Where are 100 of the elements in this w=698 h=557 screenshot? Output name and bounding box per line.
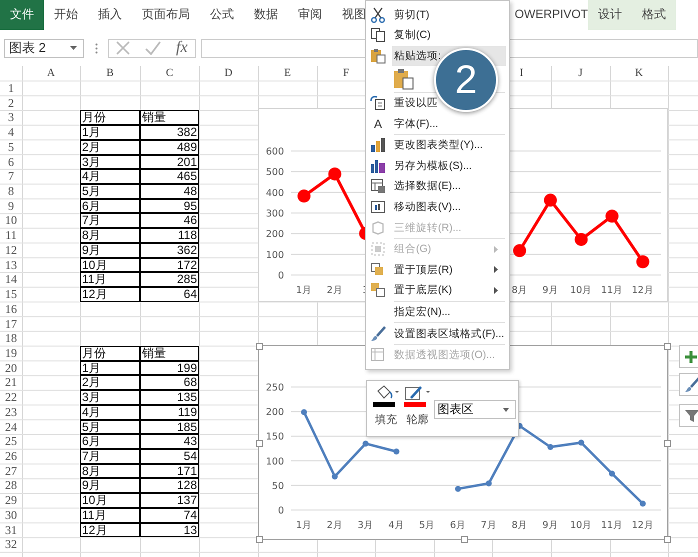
axis-label: 100 xyxy=(266,250,284,261)
table-cell: 171 xyxy=(140,464,199,478)
axis-label: 8月 xyxy=(512,285,528,296)
row-number[interactable]: 15 xyxy=(0,287,22,302)
row-number[interactable]: 12 xyxy=(0,242,22,258)
axis-label: 150 xyxy=(266,432,284,443)
ribbon-tab[interactable]: 格式 xyxy=(632,0,676,30)
row-number[interactable]: 7 xyxy=(0,169,22,184)
table-cell: 489 xyxy=(140,140,199,155)
row-number[interactable]: 22 xyxy=(0,390,22,405)
row-number[interactable]: 5 xyxy=(0,140,22,155)
row-number[interactable]: 24 xyxy=(0,420,22,434)
row-number[interactable]: 18 xyxy=(0,331,22,346)
row-number[interactable]: 27 xyxy=(0,464,22,478)
menu-item[interactable]: 指定宏(N)... xyxy=(366,302,452,322)
scissors-icon xyxy=(370,6,386,23)
row-number[interactable]: 32 xyxy=(0,537,22,552)
chart-filters-button[interactable] xyxy=(679,404,698,427)
data-point xyxy=(606,210,618,223)
row-number[interactable]: 31 xyxy=(0,522,22,538)
row-number[interactable]: 20 xyxy=(0,360,22,376)
table-cell: 月份 xyxy=(80,346,140,361)
column-header[interactable]: A xyxy=(22,66,80,81)
menu-item[interactable]: 置于顶层(R) xyxy=(366,260,509,280)
caret-icon xyxy=(503,408,509,412)
row-number[interactable]: 3 xyxy=(0,110,22,126)
row-number[interactable]: 16 xyxy=(0,302,22,316)
menu-item[interactable]: 设置图表区域格式(F)... xyxy=(366,323,506,344)
menu-item[interactable]: 另存为模板(S)... xyxy=(366,156,474,176)
column-header[interactable]: B xyxy=(80,66,140,81)
menu-item[interactable]: 选择数据(E)... xyxy=(366,176,463,197)
filter-icon xyxy=(684,408,698,424)
data-point xyxy=(486,480,492,486)
column-header[interactable]: D xyxy=(199,66,258,81)
resize-handle[interactable] xyxy=(256,343,263,350)
table-cell: 48 xyxy=(140,184,199,199)
menu-item[interactable]: 更改图表类型(Y)... xyxy=(366,134,485,156)
table-cell: 7月 xyxy=(80,213,140,228)
enter-icon[interactable] xyxy=(145,41,162,55)
menu-item[interactable]: A 字体(F)... xyxy=(366,113,440,134)
plus-icon xyxy=(684,350,698,364)
resize-handle[interactable] xyxy=(256,440,263,447)
paste-icon[interactable] xyxy=(393,68,415,90)
ribbon-tab[interactable]: 设计 xyxy=(588,0,632,30)
chart-elements-button[interactable] xyxy=(679,345,698,368)
outline-color-button[interactable] xyxy=(404,385,430,407)
data-point xyxy=(547,444,554,450)
row-number[interactable]: 13 xyxy=(0,258,22,272)
row-number[interactable]: 28 xyxy=(0,478,22,494)
axis-label: 9月 xyxy=(542,520,558,531)
column-header[interactable]: K xyxy=(610,66,668,81)
resize-handle[interactable] xyxy=(664,440,671,447)
axis-label: 200 xyxy=(266,407,284,418)
chart-styles-button[interactable] xyxy=(679,373,698,396)
row-number[interactable]: 23 xyxy=(0,404,22,420)
axis-label: 50 xyxy=(272,480,284,492)
resize-handle[interactable] xyxy=(256,536,263,543)
menu-item[interactable]: 置于底层(K) xyxy=(366,280,509,301)
row-number[interactable]: 26 xyxy=(0,448,22,464)
row-number[interactable]: 6 xyxy=(0,154,22,170)
row-number[interactable]: 10 xyxy=(0,213,22,228)
row-number[interactable]: 8 xyxy=(0,184,22,199)
table-cell: 8月 xyxy=(80,228,140,243)
ribbon-tab[interactable]: 文件 xyxy=(0,0,44,30)
row-number[interactable]: 14 xyxy=(0,272,22,288)
column-header[interactable]: C xyxy=(140,66,199,81)
table-cell: 54 xyxy=(140,448,199,464)
column-header[interactable]: J xyxy=(551,66,610,81)
row-number[interactable]: 4 xyxy=(0,125,22,140)
axis-label: 100 xyxy=(266,456,284,468)
insert-function-button[interactable]: fx xyxy=(176,39,188,57)
resize-handle[interactable] xyxy=(664,343,671,350)
table-cell: 119 xyxy=(140,404,199,420)
table-cell: 6月 xyxy=(80,198,140,214)
row-number[interactable]: 2 xyxy=(0,96,22,110)
row-number[interactable]: 9 xyxy=(0,198,22,214)
table-cell: 1月 xyxy=(80,125,140,140)
column-header[interactable]: E xyxy=(258,66,317,81)
cancel-icon[interactable] xyxy=(116,41,130,55)
data-point xyxy=(640,500,646,507)
table-cell: 11月 xyxy=(80,272,140,288)
row-number[interactable]: 11 xyxy=(0,228,22,243)
row-number[interactable]: 30 xyxy=(0,508,22,523)
table-cell: 137 xyxy=(140,493,199,508)
resize-handle[interactable] xyxy=(664,536,671,543)
row-number[interactable]: 21 xyxy=(0,375,22,390)
row-number[interactable]: 17 xyxy=(0,316,22,332)
row-number[interactable]: 29 xyxy=(0,493,22,508)
axis-label: 12月 xyxy=(632,285,654,296)
bar-chart-icon xyxy=(370,137,386,154)
row-number[interactable]: 25 xyxy=(0,434,22,449)
resize-handle[interactable] xyxy=(461,536,468,543)
row-number[interactable]: 1 xyxy=(0,81,22,96)
chart-element-dropdown[interactable]: 图表区 xyxy=(434,400,516,419)
menu-item[interactable]: 移动图表(V)... xyxy=(366,196,463,218)
table-cell: 12月 xyxy=(80,522,140,538)
data-point xyxy=(301,409,307,416)
name-box[interactable]: 图表 2 xyxy=(4,38,84,58)
axis-label: 2月 xyxy=(326,285,343,296)
row-number[interactable]: 19 xyxy=(0,346,22,361)
